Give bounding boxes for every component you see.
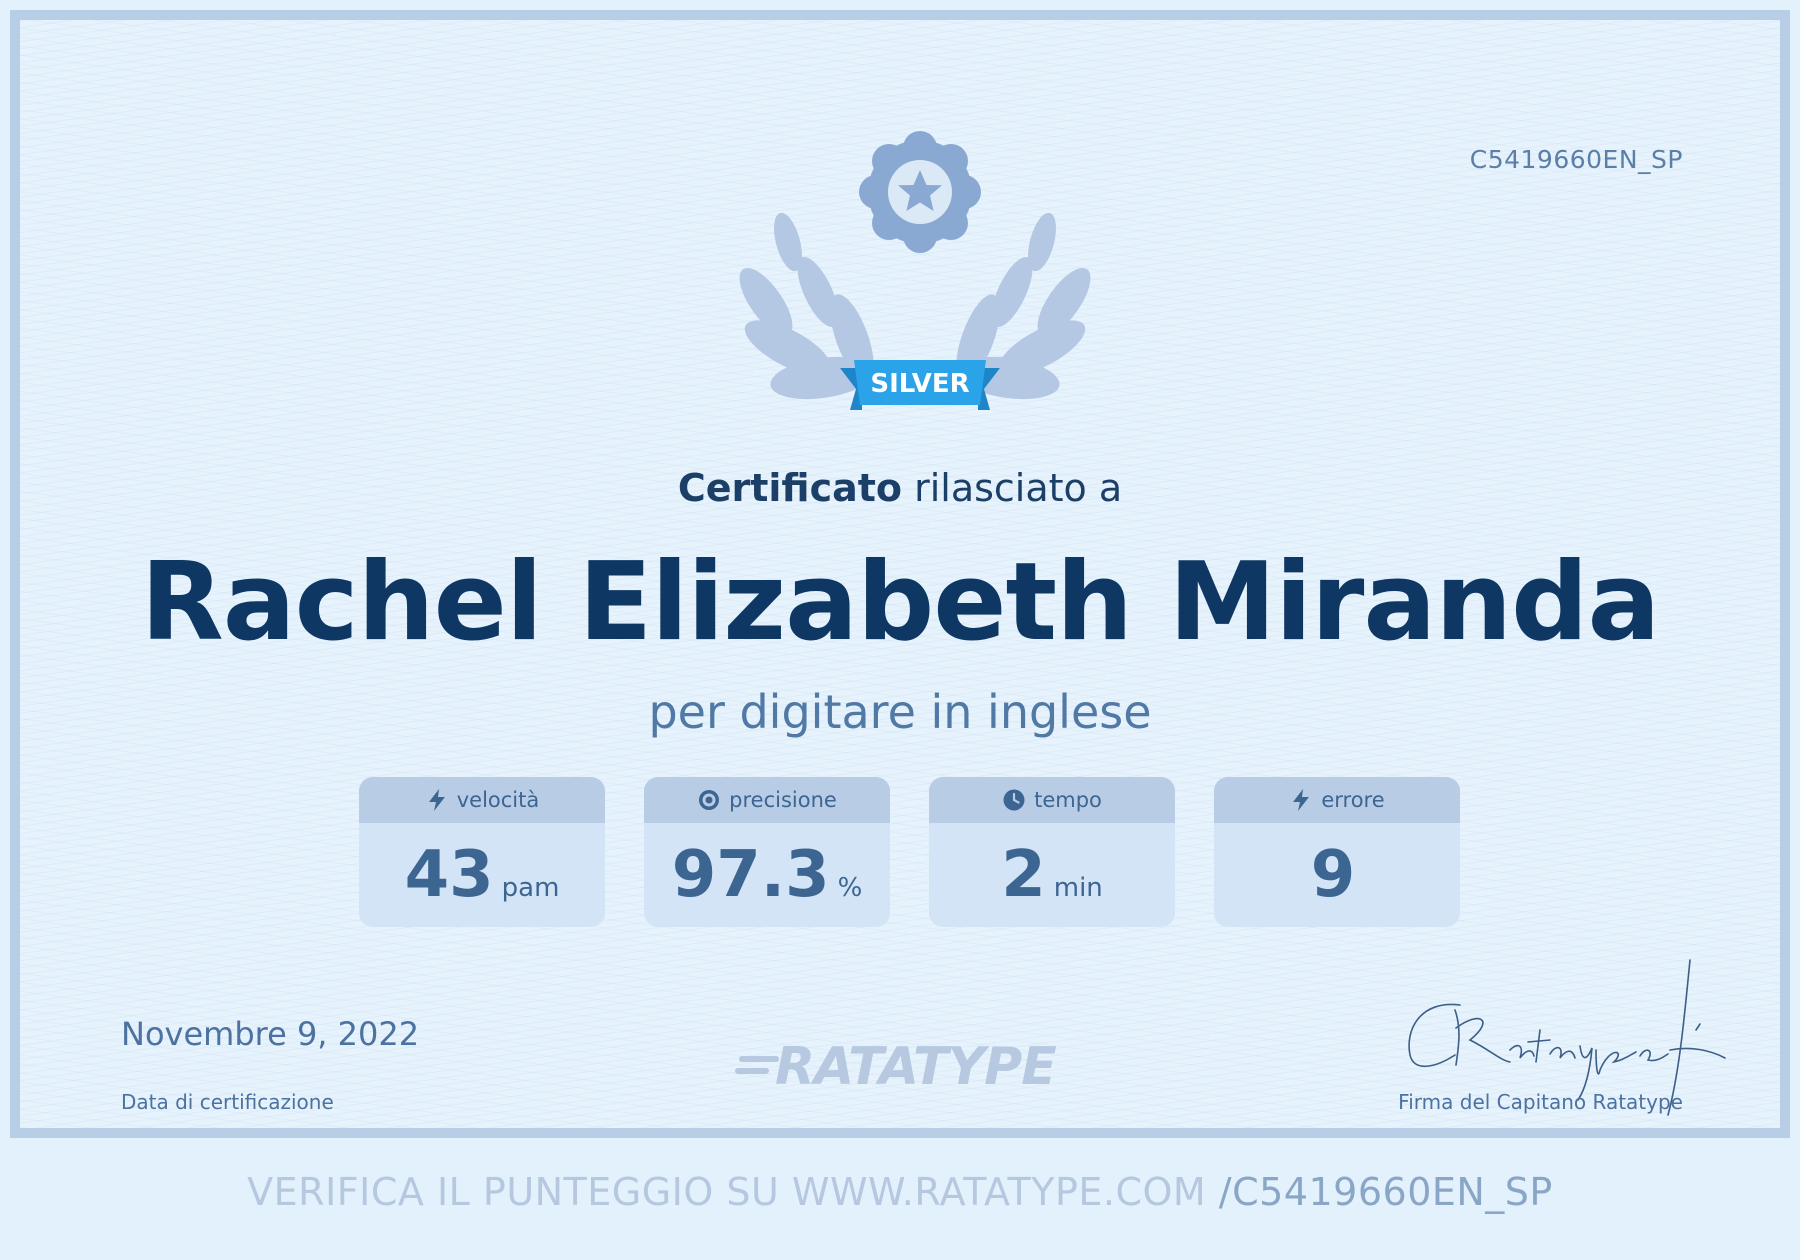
stat-unit: % [837,873,863,903]
target-icon [699,790,720,810]
verify-code: /C5419660EN_SP [1218,1170,1553,1214]
stat-time: tempo 2 min [929,777,1175,927]
verify-line: VERIFICA IL PUNTEGGIO SU WWW.RATATYPE.CO… [0,1170,1800,1214]
clock-icon [1003,789,1025,811]
brand-logo: RATATYPE [735,1032,1095,1102]
issued-to-line: Certificato rilasciato a [20,466,1780,510]
stat-label: tempo [1034,788,1102,812]
stat-label: precisione [729,788,837,812]
lightning-icon [1293,789,1310,811]
issued-rest: rilasciato a [902,466,1123,510]
recipient-name: Rachel Elizabeth Miranda [140,540,1661,665]
certification-date: Novembre 9, 2022 [121,1015,420,1053]
certificate-frame: C5419660EN_SP SILVER Certificato rilasci… [10,10,1790,1138]
stat-value: 97.3 [671,838,830,912]
stat-label: velocità [456,788,540,812]
stat-unit: min [1053,873,1103,903]
level-ribbon: SILVER [840,360,1000,413]
stat-speed: velocità 43 pam [359,777,605,927]
stat-value: 43 [404,838,494,912]
signature-label: Firma del Capitano Ratatype [1398,1090,1683,1114]
stat-value: 2 [1001,838,1046,912]
stat-errors: errore 9 [1214,777,1460,927]
verify-text: VERIFICA IL PUNTEGGIO SU WWW.RATATYPE.CO… [247,1170,1207,1214]
lightning-icon [428,789,445,811]
certification-date-label: Data di certificazione [121,1090,334,1114]
stat-unit: pam [501,873,560,903]
level-label: SILVER [870,369,970,399]
stat-label: errore [1321,788,1385,812]
certificate-subject: per digitare in inglese [648,685,1152,739]
issued-bold: Certificato [677,466,903,510]
brand-name: RATATYPE [775,1037,1057,1097]
stat-value: 9 [1310,838,1356,912]
stat-accuracy: precisione 97.3 % [644,777,890,927]
certificate-code: C5419660EN_SP [1469,145,1683,174]
